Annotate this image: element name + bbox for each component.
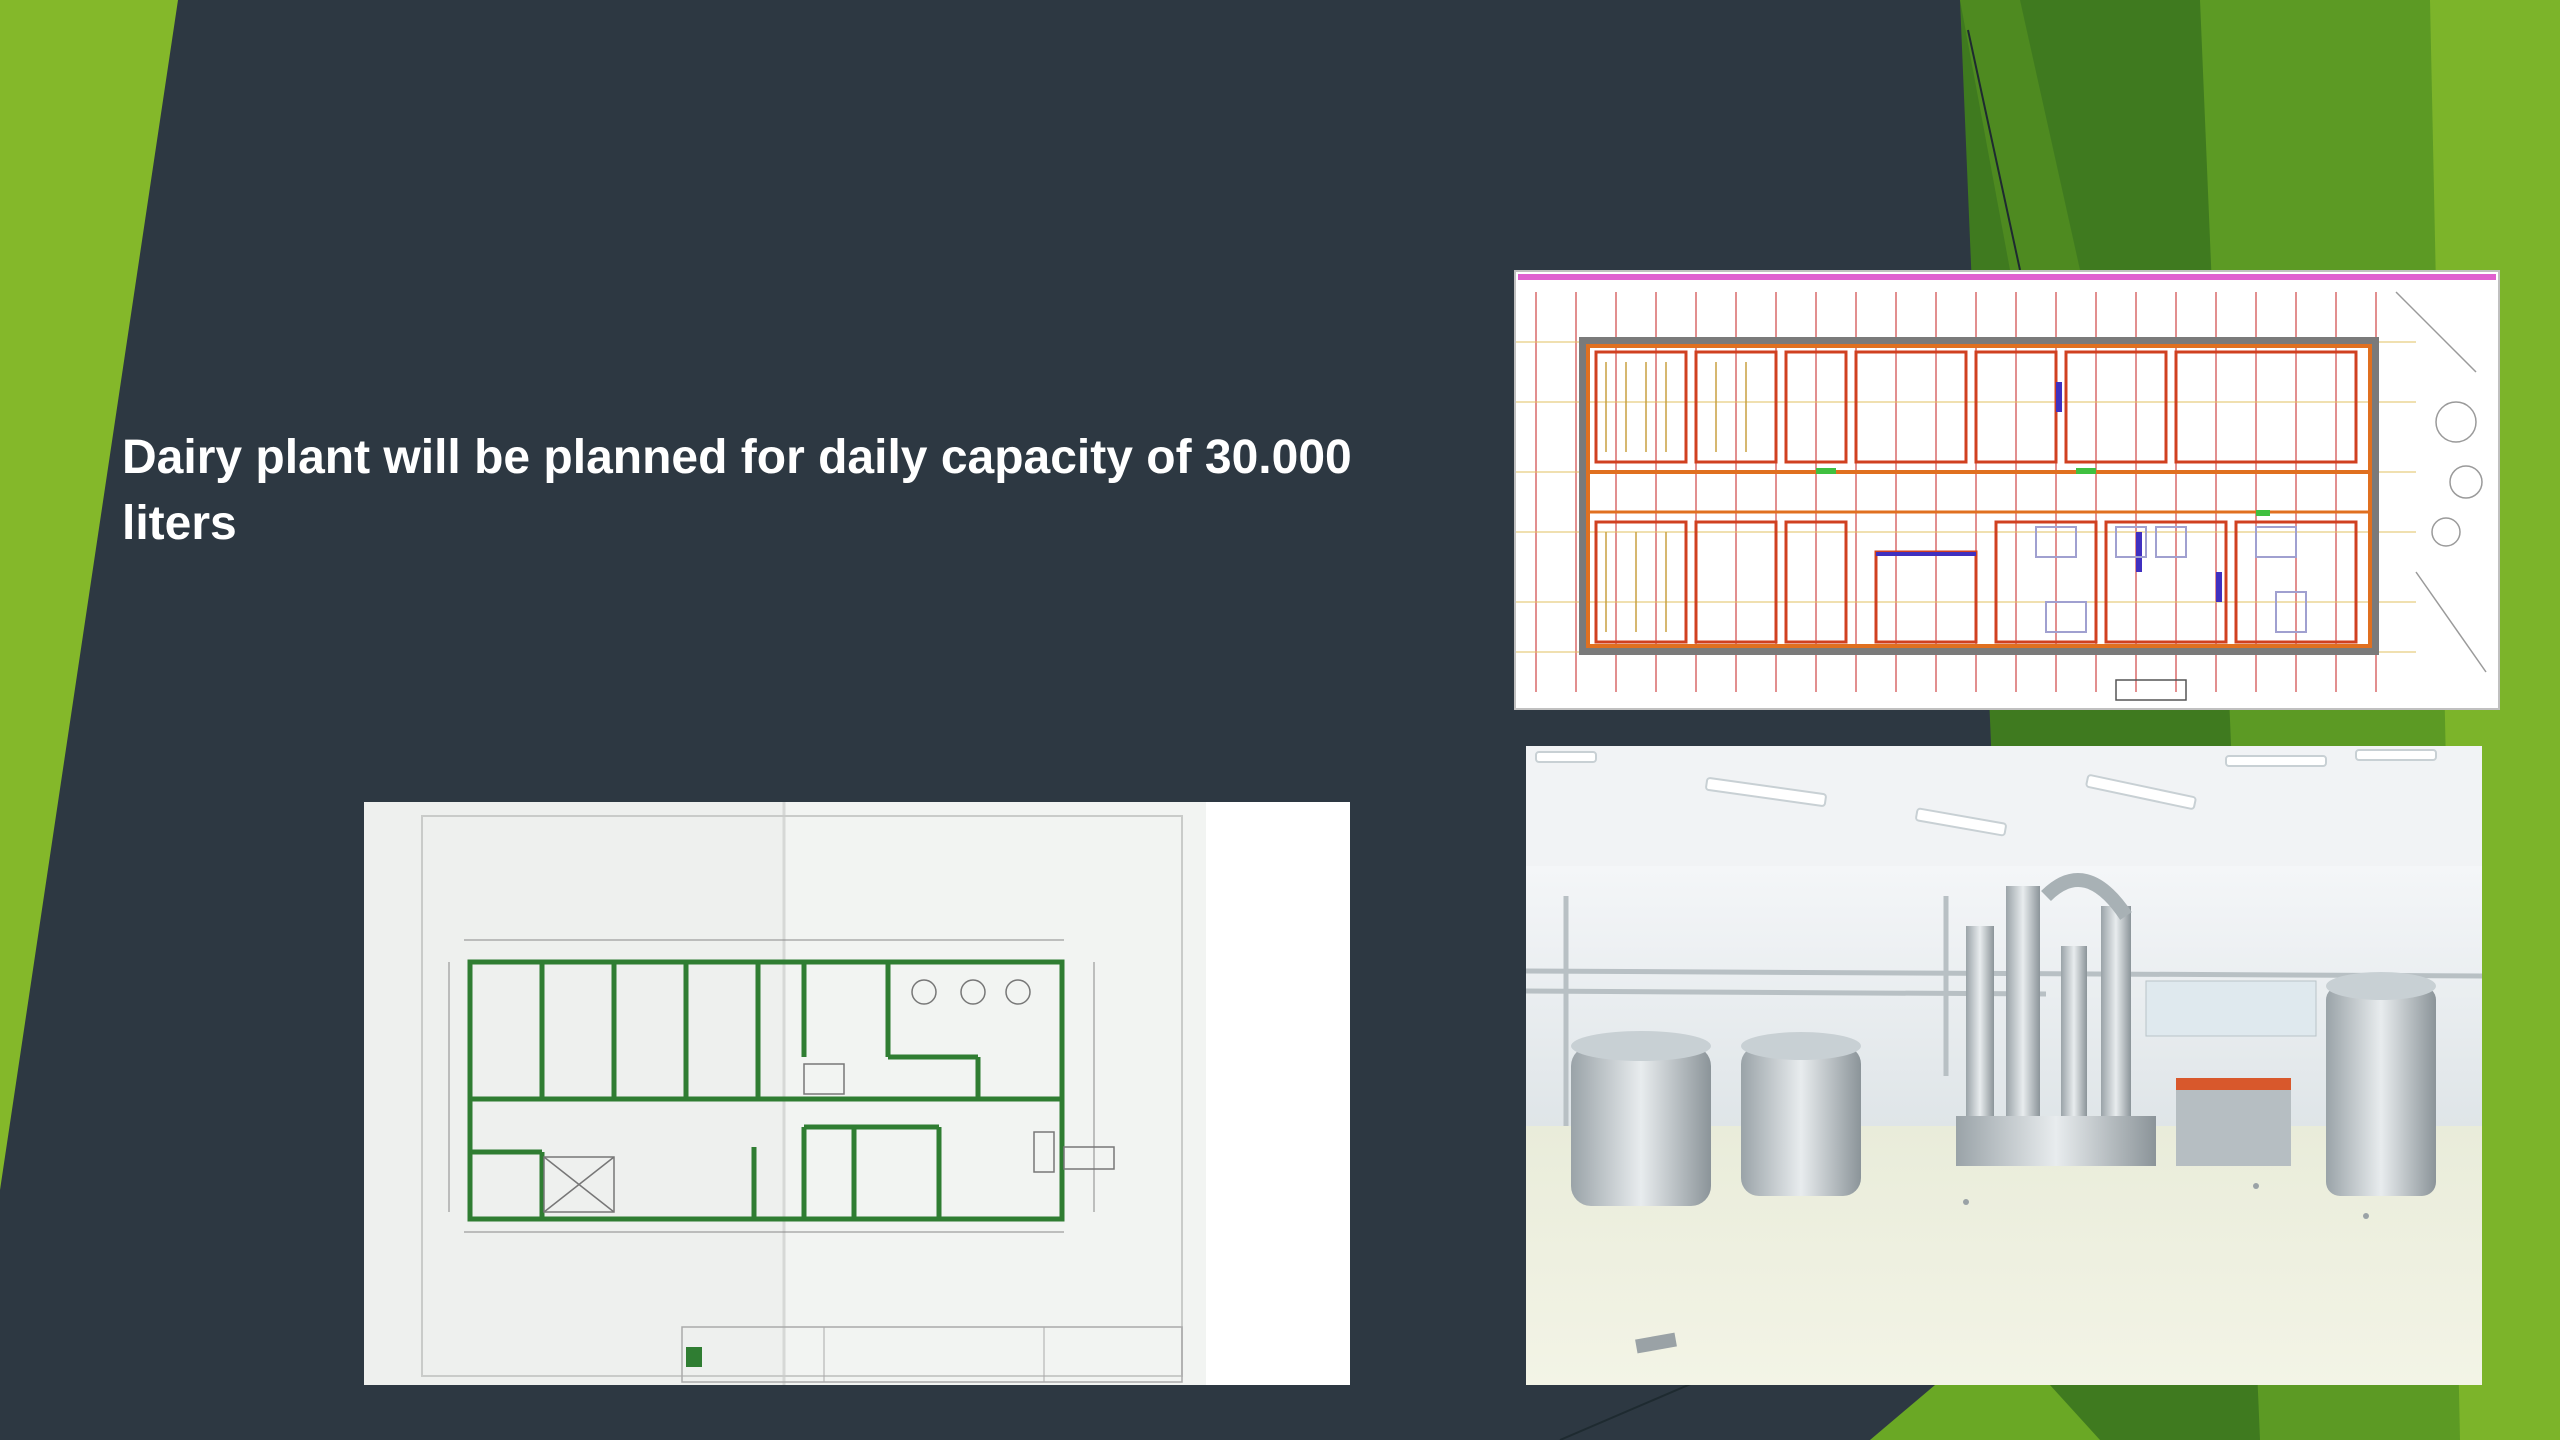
body-text-line-1: Dairy plant will be planned for daily ca… [122,431,1352,484]
floorplan-green-image [364,802,1350,1385]
plant-photo-image [1526,746,2482,1385]
floorplan-color-image [1514,270,2500,710]
body-text-line-2: liters [122,497,237,550]
slide-body-text: Dairy plant will be planned for daily ca… [122,425,1422,557]
